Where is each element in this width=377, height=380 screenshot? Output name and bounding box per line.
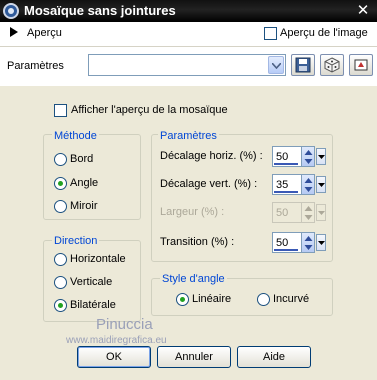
chevron-down-icon <box>318 155 325 159</box>
up-down-arrows-icon <box>304 206 313 220</box>
up-down-arrows-icon <box>304 236 313 250</box>
vertical-offset-label: Décalage vert. (%) : <box>160 178 258 190</box>
floppy-disk-icon <box>295 57 311 73</box>
up-down-arrows-icon <box>304 178 313 192</box>
direction-option-verticale[interactable]: Verticale <box>70 276 112 288</box>
preset-select[interactable] <box>88 54 286 76</box>
chevron-down-icon <box>318 241 325 245</box>
mosaic-preview-checkbox-label[interactable]: Afficher l'aperçu de la mosaïque <box>71 104 228 116</box>
horizontal-offset-spinner[interactable]: 50 <box>272 146 326 167</box>
dice-icon <box>324 57 340 73</box>
up-down-arrows-icon <box>304 150 313 164</box>
direction-radio-horizontale[interactable] <box>54 253 67 266</box>
image-preview-checkbox[interactable] <box>264 27 277 40</box>
method-radio-bord[interactable] <box>54 153 67 166</box>
transition-dropdown[interactable] <box>316 234 326 251</box>
help-button[interactable]: Aide <box>237 346 311 368</box>
direction-option-horizontale[interactable]: Horizontale <box>70 253 126 265</box>
direction-radio-bilaterale[interactable] <box>54 299 67 312</box>
ok-button[interactable]: OK <box>77 346 151 368</box>
transition-arrows[interactable] <box>301 232 315 253</box>
transition-spinner[interactable]: 50 <box>272 232 326 253</box>
transition-label: Transition (%) : <box>160 236 235 248</box>
watermark-name: Pinuccia <box>96 316 153 333</box>
width-dropdown <box>316 204 326 221</box>
presets-label: Paramètres <box>7 60 64 72</box>
horizontal-offset-dropdown[interactable] <box>316 148 326 165</box>
width-label: Largeur (%) : <box>160 206 225 218</box>
presets-row: Paramètres <box>0 46 377 86</box>
angle-style-option-incurve[interactable]: Incurvé <box>273 293 309 305</box>
method-radio-angle[interactable] <box>54 177 67 190</box>
width-spinner: 50 <box>272 202 326 223</box>
reset-button[interactable] <box>349 54 373 76</box>
save-preset-button[interactable] <box>291 54 315 76</box>
parameters-group-title: Paramètres <box>158 130 219 142</box>
title-bar[interactable]: Mosaïque sans jointures ✕ <box>0 0 377 22</box>
window-title: Mosaïque sans jointures <box>24 3 176 18</box>
method-group-title: Méthode <box>52 130 99 142</box>
randomize-button[interactable] <box>320 54 344 76</box>
chevron-down-icon <box>318 183 325 187</box>
angle-style-radio-lineaire[interactable] <box>176 293 189 306</box>
width-arrows <box>301 202 315 223</box>
width-input: 50 <box>272 202 302 223</box>
close-icon: ✕ <box>356 2 370 19</box>
method-option-angle[interactable]: Angle <box>70 177 98 189</box>
image-preview-checkbox-label[interactable]: Aperçu de l'image <box>280 27 368 39</box>
horizontal-offset-arrows[interactable] <box>301 146 315 167</box>
mosaic-preview-checkbox[interactable] <box>54 104 67 117</box>
vertical-offset-dropdown[interactable] <box>316 176 326 193</box>
expand-preview-toggle[interactable] <box>10 27 18 37</box>
vertical-offset-input[interactable]: 35 <box>272 174 302 195</box>
preview-label: Aperçu <box>27 27 62 39</box>
angle-style-group-title: Style d'angle <box>160 273 227 285</box>
vertical-offset-arrows[interactable] <box>301 174 315 195</box>
direction-group-title: Direction <box>52 235 100 247</box>
transition-input[interactable]: 50 <box>272 232 302 253</box>
cancel-button[interactable]: Annuler <box>157 346 231 368</box>
preset-dropdown-button[interactable] <box>268 56 284 74</box>
dialog-window: Mosaïque sans jointures ✕ Aperçu Aperçu … <box>0 0 377 380</box>
method-radio-miroir[interactable] <box>54 200 67 213</box>
angle-style-radio-incurve[interactable] <box>257 293 270 306</box>
direction-option-bilaterale[interactable]: Bilatérale <box>70 299 116 311</box>
horizontal-offset-label: Décalage horiz. (%) : <box>160 150 263 162</box>
angle-style-option-lineaire[interactable]: Linéaire <box>192 293 231 305</box>
close-button[interactable]: ✕ <box>354 2 372 20</box>
triangle-right-icon <box>10 27 18 37</box>
reset-icon <box>354 59 368 71</box>
horizontal-offset-input[interactable]: 50 <box>272 146 302 167</box>
method-option-bord[interactable]: Bord <box>70 153 93 165</box>
app-icon <box>3 3 19 19</box>
vertical-offset-spinner[interactable]: 35 <box>272 174 326 195</box>
chevron-down-icon <box>318 211 325 215</box>
method-option-miroir[interactable]: Miroir <box>70 200 98 212</box>
direction-radio-verticale[interactable] <box>54 276 67 289</box>
preview-row: Aperçu Aperçu de l'image <box>0 22 377 46</box>
watermark-url: www.maidiregrafica.eu <box>66 335 167 346</box>
chevron-down-icon <box>272 63 281 69</box>
